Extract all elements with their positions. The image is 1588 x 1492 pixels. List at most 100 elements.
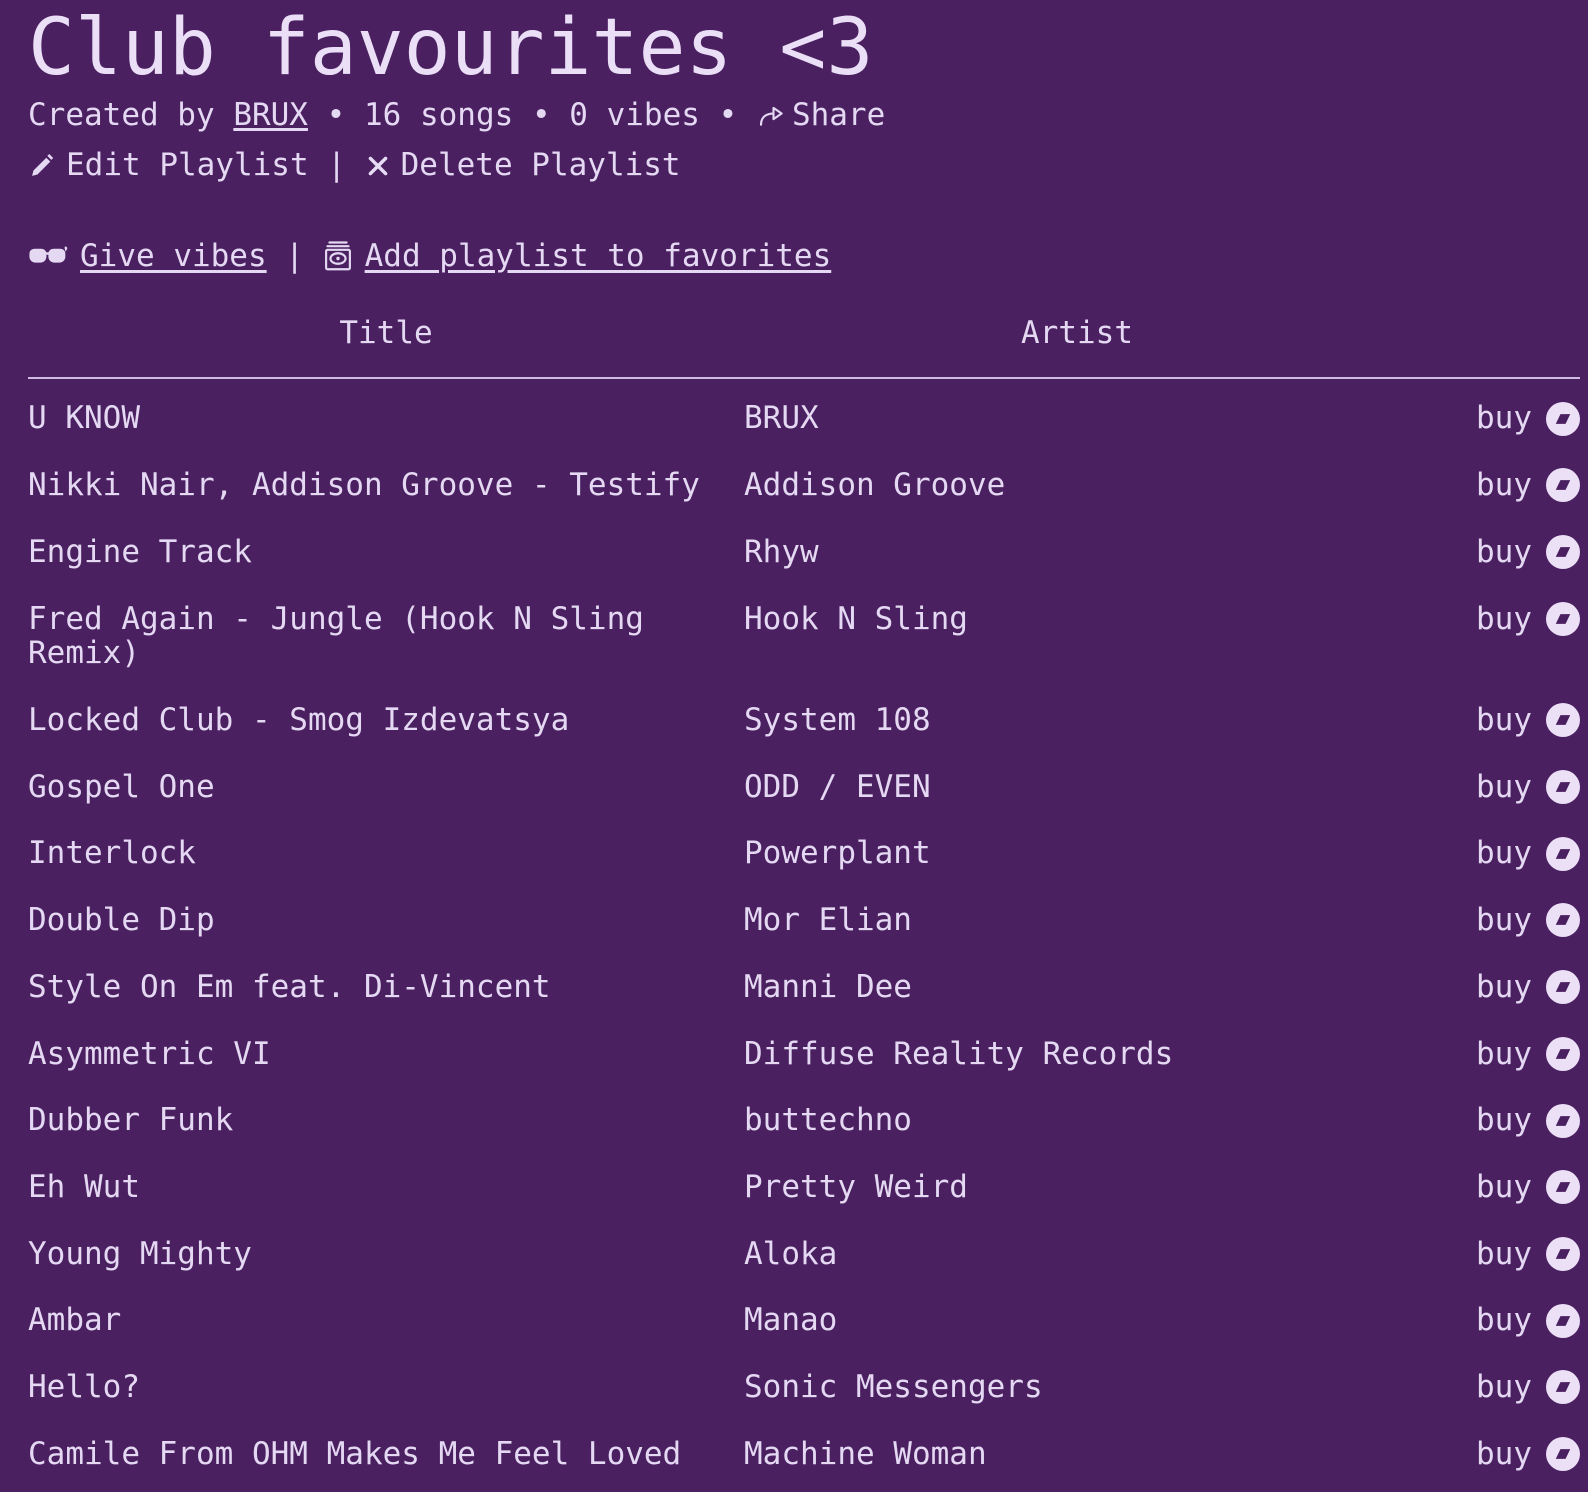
buy-button[interactable]: buy [1476,535,1580,570]
table-row[interactable]: Gospel One ODD / EVEN buy [28,754,1580,821]
buy-button[interactable]: buy [1476,1370,1580,1405]
bandcamp-logo-icon[interactable] [1546,1170,1580,1205]
table-row[interactable]: Camile From OHM Makes Me Feel Loved Mach… [28,1421,1580,1488]
add-playlist-to-favorites-button[interactable]: Add playlist to favorites [365,233,832,280]
bandcamp-logo-icon[interactable] [1546,601,1580,636]
bandcamp-logo-icon[interactable] [1546,970,1580,1005]
bandcamp-logo-icon[interactable] [1546,401,1580,436]
column-header-title: Title [339,315,433,352]
buy-label: buy [1476,1435,1532,1472]
track-artist: System 108 [744,701,931,738]
buy-label: buy [1476,467,1532,504]
meta-separator-3: • [699,97,756,134]
buy-label: buy [1476,701,1532,738]
bandcamp-logo-icon[interactable] [1546,903,1580,938]
buy-label: buy [1476,1102,1532,1139]
buy-label: buy [1476,1369,1532,1406]
author-link[interactable]: BRUX [233,92,308,139]
glasses-icon[interactable] [28,243,68,269]
table-row[interactable]: Style On Em feat. Di-Vincent Manni Dee b… [28,954,1580,1021]
share-arrow-icon[interactable] [756,101,786,131]
buy-button[interactable]: buy [1476,970,1580,1005]
action-divider: | [308,147,365,184]
bandcamp-logo-icon[interactable] [1546,535,1580,570]
give-vibes-button[interactable]: Give vibes [80,233,267,280]
bandcamp-logo-icon[interactable] [1546,1370,1580,1405]
track-artist: Addison Groove [744,467,1006,504]
bandcamp-logo-icon[interactable] [1546,1437,1580,1472]
buy-button[interactable]: buy [1476,468,1580,503]
buy-button[interactable]: buy [1476,1103,1580,1138]
table-row[interactable]: Eh Wut Pretty Weird buy [28,1154,1580,1221]
edit-playlist-button[interactable]: Edit Playlist [66,142,309,189]
track-table-head: Title Artist [28,315,1580,379]
buy-label: buy [1476,1302,1532,1339]
playlist-meta: Created by BRUX • 16 songs • 0 vibes • S… [28,92,1588,139]
table-row[interactable]: Double Dip Mor Elian buy [28,887,1580,954]
x-mark-icon[interactable] [365,153,391,179]
bandcamp-logo-icon[interactable] [1546,1036,1580,1071]
bandcamp-logo-icon[interactable] [1546,836,1580,871]
buy-button[interactable]: buy [1476,1303,1580,1338]
buy-label: buy [1476,1168,1532,1205]
track-artist: Diffuse Reality Records [744,1035,1174,1072]
playlist-secondary-actions: Give vibes | Add playlist to favorites [28,233,1588,280]
track-artist: BRUX [744,400,819,437]
buy-button[interactable]: buy [1476,601,1580,637]
buy-button[interactable]: buy [1476,401,1580,436]
track-title: Asymmetric VI [28,1035,271,1072]
delete-playlist-button[interactable]: Delete Playlist [401,142,681,189]
track-title: Interlock [28,835,196,872]
table-row[interactable]: U KNOW BRUX buy [28,378,1580,452]
track-title: Young Mighty [28,1235,252,1272]
track-title: Hello? [28,1369,140,1406]
buy-button[interactable]: buy [1476,1036,1580,1072]
track-title: Locked Club - Smog Izdevatsya [28,701,570,738]
track-title: Style On Em feat. Di-Vincent [28,968,551,1005]
table-row[interactable]: Hello? Sonic Messengers buy [28,1354,1580,1421]
column-header-buy [1410,315,1580,378]
buy-button[interactable]: buy [1476,1170,1580,1205]
share-label[interactable]: Share [792,92,885,139]
bandcamp-logo-icon[interactable] [1546,1237,1580,1272]
playlist-header: Club favourites <3 Created by BRUX • 16 … [0,0,1588,279]
vibes-divider: | [266,237,323,274]
track-title: Nikki Nair, Addison Groove - Testify [28,467,700,504]
track-artist: Manao [744,1302,838,1339]
buy-button[interactable]: buy [1476,703,1580,738]
table-row[interactable]: Dubber Funk buttechno buy [28,1087,1580,1154]
column-header-artist: Artist [1021,315,1133,352]
table-row[interactable]: Young Mighty Aloka buy [28,1221,1580,1288]
track-title: Ambar [28,1302,122,1339]
buy-label: buy [1476,400,1532,437]
buy-button[interactable]: buy [1476,903,1580,938]
table-row[interactable]: Asymmetric VI Diffuse Reality Records bu… [28,1021,1580,1088]
buy-button[interactable]: buy [1476,1236,1580,1272]
buy-button[interactable]: buy [1476,769,1580,805]
bandcamp-logo-icon[interactable] [1546,770,1580,805]
table-row[interactable]: Locked Club - Smog Izdevatsya System 108… [28,687,1580,754]
buy-button[interactable]: buy [1476,1437,1580,1472]
track-artist: Pretty Weird [744,1168,968,1205]
buy-button[interactable]: buy [1476,836,1580,871]
table-row[interactable]: Engine Track Rhyw buy [28,519,1580,586]
bandcamp-logo-icon[interactable] [1546,468,1580,503]
track-title: Fred Again - Jungle (Hook N Sling Remix) [28,600,644,672]
table-row[interactable]: Fred Again - Jungle (Hook N Sling Remix)… [28,586,1580,687]
card-file-box-icon[interactable] [323,240,353,272]
track-table-body: U KNOW BRUX buy Nikki Nair, Addison Groo… [28,378,1580,1487]
track-artist: Aloka [744,1235,838,1272]
track-artist: Manni Dee [744,968,912,1005]
table-row[interactable]: Ambar Manao buy [28,1287,1580,1354]
pencil-icon[interactable] [28,152,56,180]
bandcamp-logo-icon[interactable] [1546,1103,1580,1138]
buy-label: buy [1476,902,1532,939]
bandcamp-logo-icon[interactable] [1546,703,1580,738]
track-artist: ODD / EVEN [744,768,931,805]
track-artist: buttechno [744,1102,912,1139]
table-row[interactable]: Interlock Powerplant buy [28,820,1580,887]
track-artist: Mor Elian [744,902,912,939]
table-row[interactable]: Nikki Nair, Addison Groove - Testify Add… [28,452,1580,519]
bandcamp-logo-icon[interactable] [1546,1303,1580,1338]
page-title: Club favourites <3 [28,3,874,93]
